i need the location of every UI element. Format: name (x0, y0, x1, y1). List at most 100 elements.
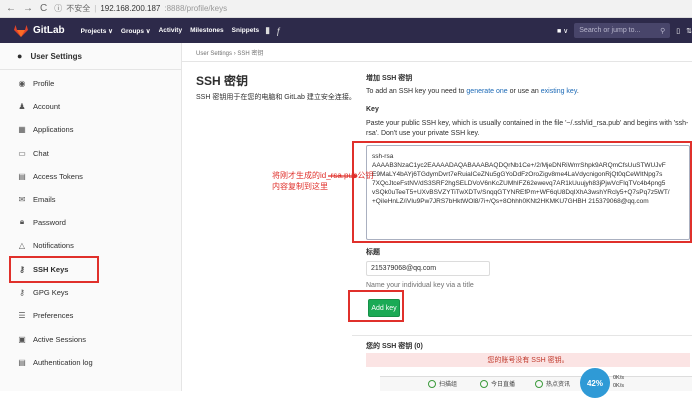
bell-icon: △ (18, 240, 26, 250)
sidebar-item-label: Chat (33, 148, 49, 158)
taskbar-item-3[interactable]: 热点资讯 (535, 379, 570, 388)
sidebar-item-gpg-keys[interactable]: ⚷ GPG Keys (0, 285, 182, 299)
top-navbar: GitLab Projects ∨ Groups ∨ Activity Mile… (0, 18, 692, 43)
annotation-arrow-icon (328, 172, 358, 180)
sidebar-item-label: Notifications (33, 240, 74, 250)
taskbar-label: 扫描组 (439, 382, 458, 388)
info-icon: ⓘ (54, 4, 63, 13)
menu-groups[interactable]: Groups ∨ (121, 27, 151, 35)
sidebar-item-preferences[interactable]: ☰ Preferences (0, 308, 182, 322)
taskbar-item-2[interactable]: 今日直播 (480, 379, 515, 388)
title-input[interactable]: 215379068@qq.com (366, 261, 490, 276)
sidebar-item-notifications[interactable]: △ Notifications (0, 238, 182, 252)
reload-icon[interactable]: C (40, 3, 47, 14)
sidebar-item-label: GPG Keys (33, 287, 69, 297)
breadcrumb-current[interactable]: SSH 密钥 (237, 51, 263, 57)
page-intro: SSH 密钥用于在您的电脑和 GitLab 建立安全连接。 (196, 94, 356, 101)
menu-activity[interactable]: Activity (159, 27, 182, 35)
download-speed: 0K/s (613, 383, 625, 389)
insecure-label: 不安全 (66, 4, 91, 13)
sidebar-item-access-tokens[interactable]: ▤ Access Tokens (0, 169, 182, 183)
add-key-description: To add an SSH key you need to generate o… (366, 87, 579, 97)
taskbar-label: 热点资讯 (546, 382, 571, 388)
sidebar-title: ● User Settings (0, 43, 181, 70)
generate-key-link[interactable]: generate one (466, 88, 507, 95)
breadcrumb-parent[interactable]: User Settings (196, 51, 232, 57)
menu-milestones[interactable]: Milestones (190, 27, 224, 35)
sidebar-item-emails[interactable]: ✉ Emails (0, 192, 182, 206)
log-icon: ▤ (18, 357, 26, 367)
existing-key-link[interactable]: existing key (541, 88, 577, 95)
sidebar-item-password[interactable]: 🔒︎ Password (0, 215, 182, 229)
upload-speed: 0K/s (613, 375, 625, 381)
key-label: Key (366, 106, 379, 113)
chart-icon[interactable]: ▮ (265, 25, 270, 36)
annotation-text: 将刚才生成的id_rsa.pub公钥 内容复制到这里 (272, 171, 374, 191)
cpu-gauge[interactable]: 42% (580, 368, 610, 398)
issues-icon[interactable]: ▯ (676, 27, 680, 35)
no-keys-message: 您的账号没有 SSH 密钥。 (366, 353, 690, 367)
menu-snippets[interactable]: Snippets (232, 27, 259, 35)
sidebar-item-active-sessions[interactable]: ▣ Active Sessions (0, 332, 182, 346)
sidebar-item-authentication-log[interactable]: ▤ Authentication log (0, 355, 182, 369)
your-keys-heading: 您的 SSH 密钥 (0) (366, 343, 423, 350)
search-placeholder: Search or jump to... (579, 27, 641, 34)
sidebar-title-label: User Settings (30, 51, 83, 61)
title-label: 标题 (366, 249, 380, 256)
brand-name: GitLab (33, 25, 65, 36)
browser-toolbar: ← → C ⓘ 不安全 | 192.168.200.187:8888/profi… (0, 0, 692, 18)
system-taskbar: 扫描组 今日直播 热点资讯 (380, 376, 692, 391)
sidebar-item-account[interactable]: ♟ Account (0, 99, 182, 113)
wrench-icon[interactable]: ƒ (276, 26, 281, 36)
forward-icon[interactable]: → (23, 3, 33, 14)
gpg-key-icon: ⚷ (19, 287, 25, 297)
keys-divider (352, 335, 692, 336)
email-icon: ✉ (18, 194, 26, 204)
user-icon: ● (17, 51, 23, 61)
back-icon[interactable]: ← (6, 3, 16, 14)
token-icon: ▤ (18, 171, 26, 181)
key-help-text: Paste your public SSH key, which is usua… (366, 120, 689, 137)
url-host: 192.168.200.187 (100, 4, 161, 13)
sidebar-item-profile[interactable]: ◉ Profile (0, 76, 182, 90)
profile-icon: ◉ (18, 78, 26, 88)
menu-projects[interactable]: Projects ∨ (81, 27, 113, 35)
sidebar-item-label: Password (33, 217, 66, 227)
header-right: ■ ∨ Search or jump to... ⚲ ▯ ⇅ (557, 18, 692, 43)
sliders-icon: ☰ (18, 310, 26, 320)
breadcrumb: User Settings › SSH 密钥 (196, 48, 263, 57)
sidebar-item-label: Preferences (33, 310, 74, 320)
url-path: :8888/profile/keys (164, 4, 228, 13)
scan-icon (428, 379, 436, 388)
breadcrumb-separator: › (233, 51, 236, 57)
sidebar-item-label: Profile (33, 78, 55, 88)
key-highlight-box (352, 141, 692, 243)
news-icon (535, 379, 543, 388)
add-key-highlight-box (348, 290, 404, 322)
ssh-keys-highlight-box (9, 256, 99, 283)
sidebar-item-label: Authentication log (33, 357, 93, 367)
desc-text: . (576, 88, 579, 95)
live-icon (480, 379, 488, 388)
sidebar-item-label: Active Sessions (33, 334, 86, 344)
taskbar-item-1[interactable]: 扫描组 (428, 379, 457, 388)
account-icon: ♟ (18, 101, 26, 111)
new-dropdown-icon[interactable]: ■ ∨ (557, 27, 568, 35)
sessions-icon: ▣ (18, 334, 26, 344)
sidebar-item-label: Account (33, 101, 61, 111)
desc-text: To add an SSH key you need to (366, 88, 467, 95)
add-key-heading: 增加 SSH 密钥 (366, 75, 413, 82)
merge-requests-icon[interactable]: ⇅ (686, 27, 692, 35)
chat-icon: ▭ (18, 148, 26, 158)
gitlab-logo[interactable]: GitLab (14, 24, 65, 37)
page-title: SSH 密钥 (196, 74, 249, 88)
sidebar-item-chat[interactable]: ▭ Chat (0, 146, 182, 160)
sidebar-item-label: Access Tokens (33, 171, 83, 181)
address-bar[interactable]: ⓘ 不安全 | 192.168.200.187:8888/profile/key… (54, 3, 227, 14)
lock-icon: 🔒︎ (19, 217, 25, 226)
breadcrumb-divider (182, 61, 692, 62)
url-separator: | (94, 4, 97, 13)
search-input[interactable]: Search or jump to... ⚲ (574, 23, 671, 38)
sidebar-item-label: Applications (33, 124, 74, 134)
sidebar-item-applications[interactable]: ▦ Applications (0, 122, 182, 136)
